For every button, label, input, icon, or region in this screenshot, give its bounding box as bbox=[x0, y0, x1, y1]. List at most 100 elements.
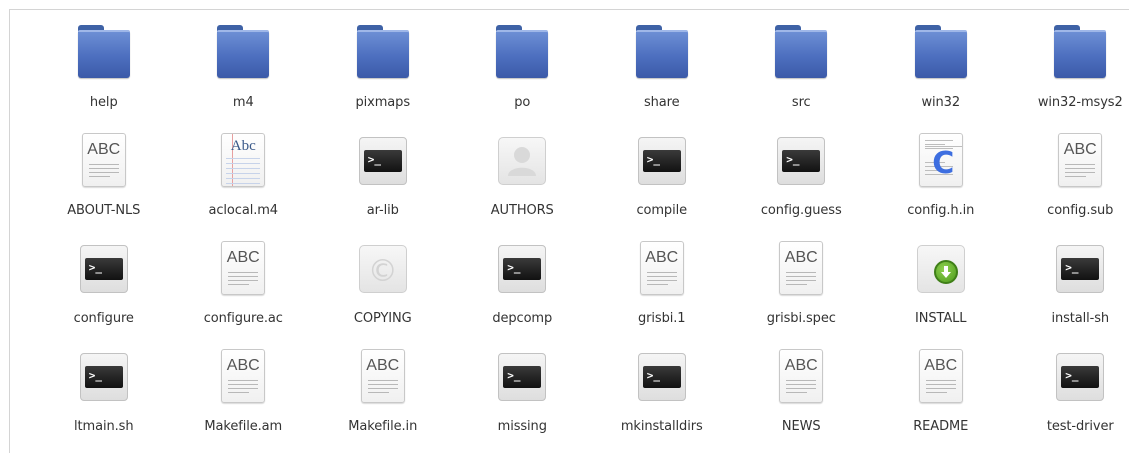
file-item[interactable]: >_ config.guess bbox=[732, 133, 872, 241]
document-page: ABC bbox=[779, 349, 823, 403]
file-item[interactable]: ABCgrisbi.spec bbox=[732, 241, 872, 349]
folder-icon bbox=[773, 25, 829, 81]
folder-icon bbox=[913, 25, 969, 81]
text-document-icon: ABC bbox=[773, 241, 829, 297]
file-item[interactable]: © COPYING bbox=[313, 241, 453, 349]
file-name: share bbox=[644, 95, 680, 110]
folder-icon bbox=[76, 25, 132, 81]
text-lines bbox=[786, 380, 816, 396]
file-item[interactable]: >_ ar-lib bbox=[313, 133, 453, 241]
file-item[interactable]: >_missing bbox=[453, 349, 593, 457]
file-item[interactable]: ABCNEWS bbox=[732, 349, 872, 457]
abc-label: ABC bbox=[780, 357, 822, 375]
file-item[interactable]: >_ configure bbox=[34, 241, 174, 349]
file-name: config.guess bbox=[761, 203, 842, 218]
copyright-symbol: © bbox=[360, 254, 406, 289]
folder-icon bbox=[634, 25, 690, 81]
file-item[interactable]: ABCREADME bbox=[871, 349, 1011, 457]
terminal-screen: >_ bbox=[643, 150, 681, 172]
file-name: test-driver bbox=[1047, 419, 1114, 434]
install-badge bbox=[934, 260, 958, 284]
document-page: ABC bbox=[779, 241, 823, 295]
abc-label: ABC bbox=[362, 357, 404, 375]
text-lines bbox=[926, 380, 956, 396]
terminal-screen: >_ bbox=[85, 258, 123, 280]
file-item[interactable]: help bbox=[34, 25, 174, 133]
terminal-script-icon: >_ bbox=[494, 349, 550, 405]
file-name: ABOUT-NLS bbox=[67, 203, 140, 218]
file-name: src bbox=[792, 95, 811, 110]
folder-body bbox=[775, 30, 827, 78]
file-item[interactable]: ABC ABOUT-NLS bbox=[34, 133, 174, 241]
file-name: grisbi.1 bbox=[638, 311, 685, 326]
terminal-frame: >_ bbox=[498, 353, 546, 401]
folder-body bbox=[636, 30, 688, 78]
terminal-script-icon: >_ bbox=[1052, 241, 1108, 297]
file-item[interactable]: ABCMakefile.am bbox=[174, 349, 314, 457]
terminal-prompt: >_ bbox=[507, 369, 520, 383]
folder-body bbox=[915, 30, 967, 78]
terminal-prompt: >_ bbox=[786, 153, 799, 167]
terminal-prompt: >_ bbox=[368, 153, 381, 167]
text-document-icon: ABC bbox=[355, 349, 411, 405]
terminal-screen: >_ bbox=[1061, 258, 1099, 280]
folder-body bbox=[78, 30, 130, 78]
page-rule bbox=[226, 173, 260, 174]
terminal-script-icon: >_ bbox=[76, 241, 132, 297]
file-item[interactable]: ABC grisbi.1 bbox=[592, 241, 732, 349]
folder-highlight bbox=[217, 30, 269, 32]
file-name: configure bbox=[74, 311, 134, 326]
terminal-script-icon: >_ bbox=[355, 133, 411, 189]
terminal-prompt: >_ bbox=[507, 261, 520, 275]
abc-label: ABC bbox=[83, 141, 125, 159]
file-name: README bbox=[913, 419, 968, 434]
document-page: ABC bbox=[361, 349, 405, 403]
file-item[interactable]: >_compile bbox=[592, 133, 732, 241]
file-item[interactable]: pixmaps bbox=[313, 25, 453, 133]
terminal-frame: >_ bbox=[638, 137, 686, 185]
c-source-icon: C bbox=[913, 133, 969, 189]
install-document-icon bbox=[913, 241, 969, 297]
file-item[interactable]: win32-msys2 bbox=[1011, 25, 1129, 133]
file-name: COPYING bbox=[354, 311, 412, 326]
copyright-document-icon: © bbox=[355, 241, 411, 297]
folder-icon bbox=[1052, 25, 1108, 81]
file-item[interactable]: ABCconfigure.ac bbox=[174, 241, 314, 349]
file-name: config.h.in bbox=[907, 203, 974, 218]
file-item[interactable]: INSTALL bbox=[871, 241, 1011, 349]
file-item[interactable]: win32 bbox=[871, 25, 1011, 133]
file-item[interactable]: ABCMakefile.in bbox=[313, 349, 453, 457]
text-document-icon: ABC bbox=[773, 349, 829, 405]
document-page: C bbox=[919, 133, 963, 187]
file-item[interactable]: Abcaclocal.m4 bbox=[174, 133, 314, 241]
text-lines bbox=[1065, 164, 1095, 180]
file-item[interactable]: po bbox=[453, 25, 593, 133]
file-item[interactable]: AUTHORS bbox=[453, 133, 593, 241]
file-item[interactable]: >_install-sh bbox=[1011, 241, 1129, 349]
file-item[interactable]: src bbox=[732, 25, 872, 133]
document-page: ABC bbox=[1058, 133, 1102, 187]
folder-highlight bbox=[78, 30, 130, 32]
file-item[interactable]: share bbox=[592, 25, 732, 133]
file-item[interactable]: Cconfig.h.in bbox=[871, 133, 1011, 241]
text-lines bbox=[89, 164, 119, 180]
folder-highlight bbox=[775, 30, 827, 32]
folder-body bbox=[357, 30, 409, 78]
document-page: ABC bbox=[640, 241, 684, 295]
file-item[interactable]: >_mkinstalldirs bbox=[592, 349, 732, 457]
document-page: ABC bbox=[221, 241, 265, 295]
file-item[interactable]: ABCconfig.sub bbox=[1011, 133, 1129, 241]
file-name: win32-msys2 bbox=[1038, 95, 1123, 110]
file-item[interactable]: >_ltmain.sh bbox=[34, 349, 174, 457]
install-card bbox=[917, 245, 965, 293]
file-name: ar-lib bbox=[367, 203, 399, 218]
terminal-screen: >_ bbox=[85, 366, 123, 388]
terminal-frame: >_ bbox=[498, 245, 546, 293]
file-item[interactable]: >_test-driver bbox=[1011, 349, 1129, 457]
text-lines bbox=[228, 380, 258, 396]
text-document-icon: ABC bbox=[634, 241, 690, 297]
folder-highlight bbox=[915, 30, 967, 32]
file-item[interactable]: >_depcomp bbox=[453, 241, 593, 349]
file-item[interactable]: m4 bbox=[174, 25, 314, 133]
text-document-icon: ABC bbox=[76, 133, 132, 189]
